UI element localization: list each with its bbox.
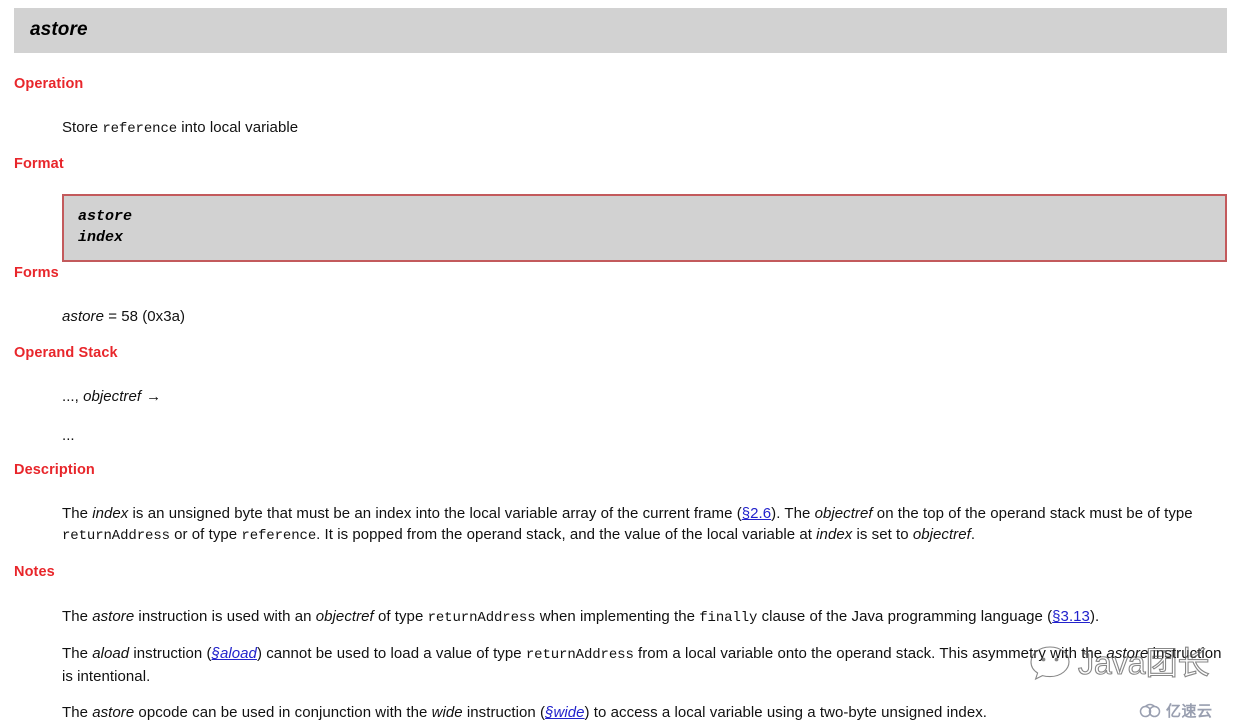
forms-entry: astore = 58 (0x3a): [62, 306, 185, 327]
desc-text-2: is an unsigned byte that must be an inde…: [128, 505, 742, 522]
notes3-text-3: instruction (: [462, 704, 546, 721]
desc-italic-objectref-2: objectref: [912, 526, 971, 543]
forms-mnemonic: astore: [62, 308, 104, 325]
operation-code-reference: reference: [102, 121, 178, 137]
operation-text-after: into local variable: [177, 119, 299, 136]
operation-text-before: Store: [62, 119, 103, 136]
notes-paragraph-1: The astore instruction is used with an o…: [62, 606, 1228, 629]
notes1-text-3: of type: [373, 608, 428, 625]
instruction-title-bar: astore: [14, 8, 1227, 53]
link-section-wide[interactable]: §wide: [545, 704, 584, 721]
operand-stack-after: ...: [62, 427, 75, 444]
description-paragraph: The index is an unsigned byte that must …: [62, 503, 1228, 547]
notes3-text-4: ) to access a local variable using a two…: [584, 704, 987, 721]
section-heading-notes: Notes: [14, 564, 55, 580]
desc-text-5: or of type: [169, 526, 242, 543]
desc-text-6: . It is popped from the operand stack, a…: [316, 526, 817, 543]
notes2-text-2: instruction (: [129, 645, 212, 662]
link-section-3-13[interactable]: §3.13: [1052, 608, 1090, 625]
operand-stack-before-item: objectref: [83, 388, 142, 405]
notes2-italic-aload: aload: [92, 645, 130, 662]
desc-italic-objectref-1: objectref: [814, 505, 873, 522]
desc-text-4: on the top of the operand stack must be …: [872, 505, 1193, 522]
notes2-text-4: from a local variable onto the operand s…: [633, 645, 1107, 662]
desc-code-returnaddress: returnAddress: [62, 528, 170, 544]
document-page: astore Operation Store reference into lo…: [0, 0, 1240, 726]
notes2-code-returnaddress: returnAddress: [525, 647, 634, 663]
page-title: astore: [30, 19, 88, 40]
format-code-box: astore index: [62, 194, 1227, 262]
notes1-italic-objectref: objectref: [315, 608, 374, 625]
notes2-text-1: The: [62, 645, 93, 662]
notes-paragraph-2: The aload instruction (§aload) cannot be…: [62, 643, 1228, 687]
desc-text-3: ). The: [771, 505, 815, 522]
notes3-italic-astore: astore: [92, 704, 135, 721]
notes2-text-3: ) cannot be used to load a value of type: [256, 645, 526, 662]
notes2-italic-astore: astore: [1106, 645, 1149, 662]
notes1-text-4: when implementing the: [535, 608, 700, 625]
notes1-italic-astore: astore: [92, 608, 135, 625]
desc-italic-index-1: index: [92, 505, 129, 522]
desc-italic-index-2: index: [816, 526, 853, 543]
section-heading-forms: Forms: [14, 265, 59, 281]
notes1-code-finally: finally: [699, 610, 758, 626]
section-heading-operand-stack: Operand Stack: [14, 345, 118, 361]
desc-text-8: .: [970, 526, 976, 543]
notes1-text-6: ).: [1089, 608, 1100, 625]
format-line-operand: index: [78, 229, 124, 246]
section-heading-operation: Operation: [14, 76, 84, 92]
link-section-2-6[interactable]: §2.6: [742, 505, 771, 522]
notes1-text-2: instruction is used with an: [134, 608, 316, 625]
forms-value: = 58 (0x3a): [104, 308, 186, 325]
operand-stack-before: ..., objectref →: [62, 386, 161, 407]
desc-code-reference: reference: [241, 528, 317, 544]
operand-stack-before-prefix: ...,: [62, 388, 84, 405]
notes3-text-2: opcode can be used in conjunction with t…: [134, 704, 432, 721]
link-section-aload[interactable]: §aload: [212, 645, 257, 662]
notes-paragraph-3: The astore opcode can be used in conjunc…: [62, 702, 1228, 723]
section-heading-description: Description: [14, 462, 95, 478]
notes1-text-1: The: [62, 608, 93, 625]
format-line-mnemonic: astore: [78, 208, 133, 225]
desc-text-7: is set to: [852, 526, 913, 543]
notes1-code-returnaddress: returnAddress: [427, 610, 536, 626]
notes1-text-5: clause of the Java programming language …: [757, 608, 1053, 625]
notes3-text-1: The: [62, 704, 93, 721]
operand-stack-arrow-icon: →: [146, 388, 162, 405]
section-heading-format: Format: [14, 156, 64, 172]
operation-text: Store reference into local variable: [62, 117, 298, 140]
desc-text-1: The: [62, 505, 93, 522]
notes3-italic-wide: wide: [431, 704, 463, 721]
